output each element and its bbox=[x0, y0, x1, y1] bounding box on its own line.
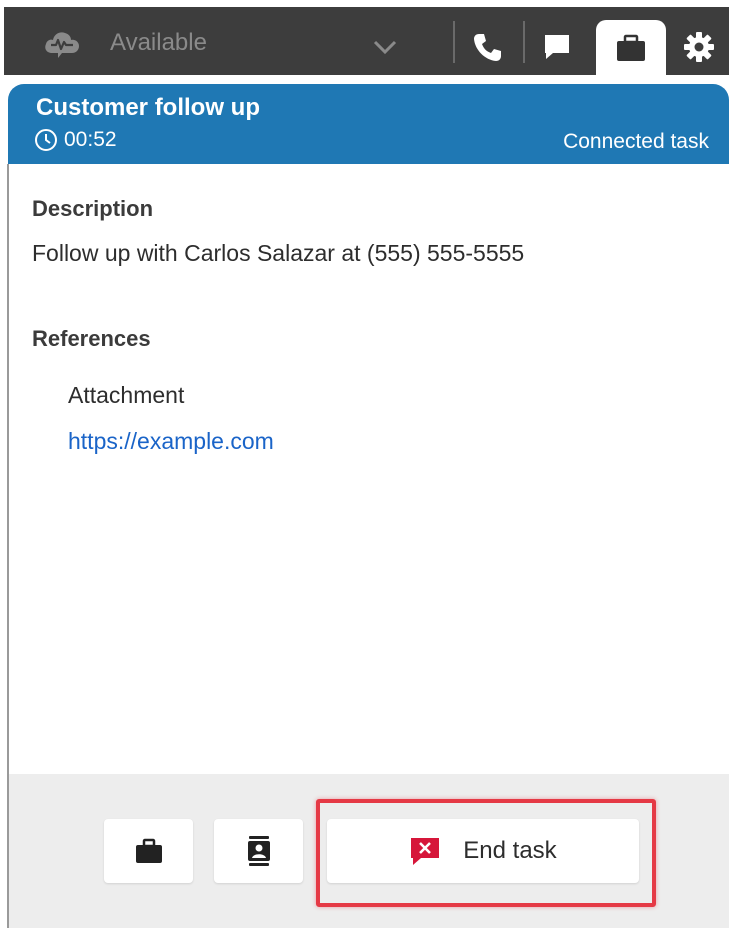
chat-button[interactable] bbox=[529, 19, 585, 75]
task-title: Customer follow up bbox=[36, 94, 260, 121]
briefcase-icon bbox=[617, 34, 645, 61]
task-state: Connected task bbox=[563, 130, 709, 153]
cloud-wave-icon[interactable] bbox=[42, 27, 82, 59]
references-heading: References bbox=[32, 326, 151, 351]
task-actions-button[interactable] bbox=[104, 819, 193, 883]
clock-icon bbox=[35, 129, 57, 151]
divider bbox=[523, 21, 525, 63]
quick-connects-button[interactable] bbox=[214, 819, 303, 883]
task-button[interactable] bbox=[596, 20, 666, 75]
task-timer: 00:52 bbox=[34, 128, 117, 152]
end-task-label: End task bbox=[463, 837, 557, 864]
contact-card-icon bbox=[247, 836, 270, 866]
end-task-button[interactable]: End task bbox=[327, 819, 639, 883]
briefcase-icon bbox=[135, 838, 162, 863]
top-bar: Available bbox=[4, 7, 729, 75]
chat-icon bbox=[545, 35, 569, 59]
end-task-icon bbox=[411, 838, 440, 865]
reference-label: Attachment bbox=[68, 382, 185, 408]
description-text: Follow up with Carlos Salazar at (555) 5… bbox=[32, 240, 525, 266]
phone-icon bbox=[474, 34, 501, 61]
divider bbox=[453, 21, 455, 63]
agent-status-label[interactable]: Available bbox=[110, 29, 207, 57]
phone-button[interactable] bbox=[459, 19, 515, 75]
settings-button[interactable] bbox=[671, 19, 727, 75]
footer-actions: End task bbox=[9, 774, 729, 928]
reference-link[interactable]: https://example.com bbox=[68, 428, 274, 455]
contact-control-panel: Available Customer follow up 00:52 Conne… bbox=[0, 0, 729, 928]
gear-icon bbox=[684, 32, 714, 62]
task-header: Customer follow up 00:52 Connected task bbox=[8, 84, 729, 164]
timer-value: 00:52 bbox=[64, 128, 117, 151]
chevron-down-icon[interactable] bbox=[372, 39, 398, 55]
description-heading: Description bbox=[32, 196, 154, 221]
